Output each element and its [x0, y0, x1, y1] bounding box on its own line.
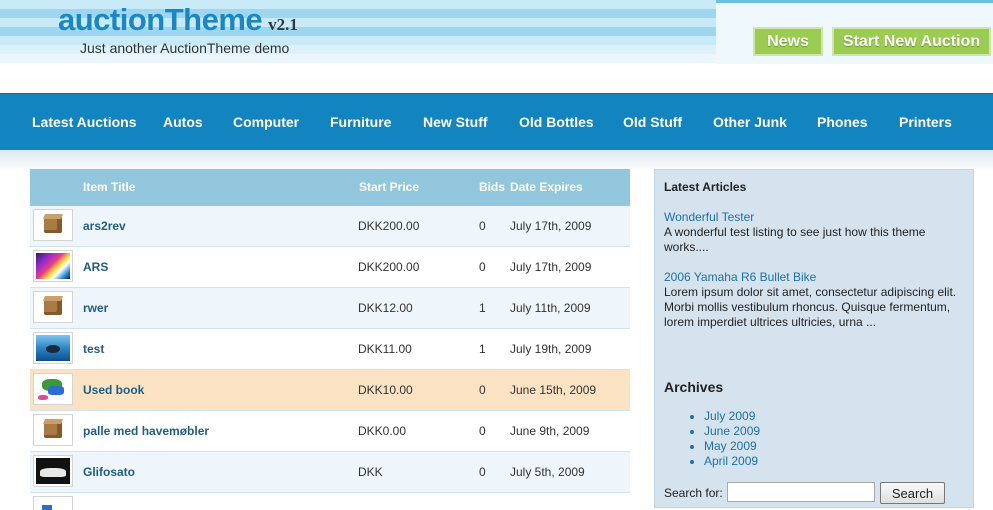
nav-item-new-stuff[interactable]: New Stuff [423, 94, 488, 151]
item-bids: 0 [479, 260, 486, 274]
archives-heading: Archives [664, 379, 724, 395]
item-expires: July 19th, 2009 [510, 342, 592, 356]
auction-list-table: Item Title Start Price Bids Date Expires… [30, 169, 630, 510]
latest-articles-heading: Latest Articles [664, 180, 747, 194]
search-button[interactable]: Search [880, 482, 945, 504]
article-excerpt: Lorem ipsum dolor sit amet, consectetur … [664, 285, 957, 329]
item-expires: June 9th, 2009 [510, 424, 590, 438]
item-expires: July 17th, 2009 [510, 260, 592, 274]
item-price: DKK200.00 [358, 260, 420, 274]
nav-item-phones[interactable]: Phones [817, 94, 868, 151]
table-row: Used book DKK10.00 0 June 15th, 2009 [30, 370, 630, 411]
version-label: v2.1 [268, 15, 298, 34]
nav-item-latest-auctions[interactable]: Latest Auctions [32, 94, 137, 151]
nav-item-furniture[interactable]: Furniture [330, 94, 391, 151]
car-shape [40, 468, 66, 477]
nav-item-old-stuff[interactable]: Old Stuff [623, 94, 682, 151]
article-link[interactable]: 2006 Yamaha R6 Bullet Bike [664, 270, 959, 285]
news-button[interactable]: News [753, 27, 823, 56]
nav-item-other-junk[interactable]: Other Junk [713, 94, 787, 151]
archive-link-april-2009[interactable]: April 2009 [704, 454, 760, 469]
book-accent-shape [38, 395, 48, 400]
item-title-link[interactable]: Glifosato [83, 465, 135, 479]
item-price: DKK12.00 [358, 301, 413, 315]
start-new-auction-button[interactable]: Start New Auction [832, 27, 991, 56]
table-row: Glifosato DKK 0 July 5th, 2009 [30, 452, 630, 493]
site-tagline: Just another AuctionTheme demo [80, 40, 290, 56]
whale-ocean-image[interactable] [33, 332, 73, 364]
item-expires: June 15th, 2009 [510, 383, 597, 397]
book-page-shape [48, 386, 64, 395]
archive-link-may-2009[interactable]: May 2009 [704, 439, 760, 454]
item-bids: 0 [479, 383, 486, 397]
item-bids: 0 [479, 219, 486, 233]
item-bids: 1 [479, 342, 486, 356]
search-input[interactable] [727, 482, 875, 502]
logo-text: auctionTheme [58, 2, 263, 37]
archive-link-june-2009[interactable]: June 2009 [704, 424, 760, 439]
cardboard-box-image[interactable] [33, 414, 73, 446]
item-price: DKK0.00 [358, 424, 407, 438]
cardboard-box-image[interactable] [33, 209, 73, 241]
column-header-title[interactable]: Item Title [83, 180, 135, 194]
site-logo[interactable]: auctionTheme v2.1 [58, 2, 298, 38]
item-title-link[interactable]: Used book [83, 383, 144, 397]
item-title-link[interactable]: rwer [83, 301, 108, 315]
item-bids: 0 [479, 465, 486, 479]
box-top-shape [43, 296, 63, 301]
item-title-link[interactable]: ars2rev [83, 219, 126, 233]
table-row: ARS DKK200.00 0 July 17th, 2009 [30, 247, 630, 288]
nav-item-old-bottles[interactable]: Old Bottles [519, 94, 594, 151]
nav-item-printers[interactable]: Printers [899, 94, 952, 151]
article-excerpt: A wonderful test listing to see just how… [664, 225, 926, 254]
book-cartoon-image[interactable] [33, 373, 73, 405]
item-price: DKK11.00 [358, 342, 412, 356]
table-row: ars2rev DKK200.00 0 July 17th, 2009 [30, 206, 630, 247]
nav-item-autos[interactable]: Autos [163, 94, 203, 151]
box-top-shape [43, 214, 63, 219]
whale-shape [46, 345, 60, 353]
table-row: test DKK11.00 1 July 19th, 2009 [30, 329, 630, 370]
item-expires: July 11th, 2009 [510, 301, 591, 315]
colorful-stripes-image[interactable] [33, 250, 73, 282]
search-label: Search for: [664, 486, 723, 500]
item-expires: July 5th, 2009 [510, 465, 585, 479]
table-row: palle med havemøbler DKK0.00 0 June 9th,… [30, 411, 630, 452]
archives-list: July 2009 June 2009 May 2009 April 2009 [704, 409, 760, 469]
archive-link-july-2009[interactable]: July 2009 [704, 409, 760, 424]
sidebar: Latest Articles Wonderful Tester A wonde… [654, 169, 974, 508]
cardboard-box-image[interactable] [33, 291, 73, 323]
column-header-price[interactable]: Start Price [359, 180, 419, 194]
site-header: auctionTheme v2.1 Just another AuctionThe… [0, 0, 993, 93]
nav-item-computer[interactable]: Computer [233, 94, 299, 151]
stripes-fill [36, 253, 70, 279]
table-row: rwer DKK12.00 1 July 11th, 2009 [30, 288, 630, 329]
item-title-link[interactable]: ARS [83, 260, 108, 274]
article-link[interactable]: Wonderful Tester [664, 210, 959, 225]
category-nav: Latest Auctions Autos Computer Furniture… [0, 93, 993, 150]
item-price: DKK200.00 [358, 219, 420, 233]
article-item: Wonderful Tester A wonderful test listin… [664, 210, 959, 255]
column-header-expires[interactable]: Date Expires [510, 180, 583, 194]
box-top-shape [43, 419, 63, 424]
item-expires: July 17th, 2009 [510, 219, 592, 233]
table-header: Item Title Start Price Bids Date Expires [30, 169, 630, 206]
item-bids: 1 [479, 301, 486, 315]
item-price: DKK [358, 465, 383, 479]
item-bids: 0 [479, 424, 486, 438]
article-item: 2006 Yamaha R6 Bullet Bike Lorem ipsum d… [664, 270, 959, 330]
table-row-partial [30, 493, 630, 510]
item-title-link[interactable]: palle med havemøbler [83, 424, 209, 438]
item-title-link[interactable]: test [83, 342, 104, 356]
item-price: DKK10.00 [358, 383, 413, 397]
column-header-bids[interactable]: Bids [479, 180, 505, 194]
car-photo-image[interactable] [33, 455, 73, 487]
